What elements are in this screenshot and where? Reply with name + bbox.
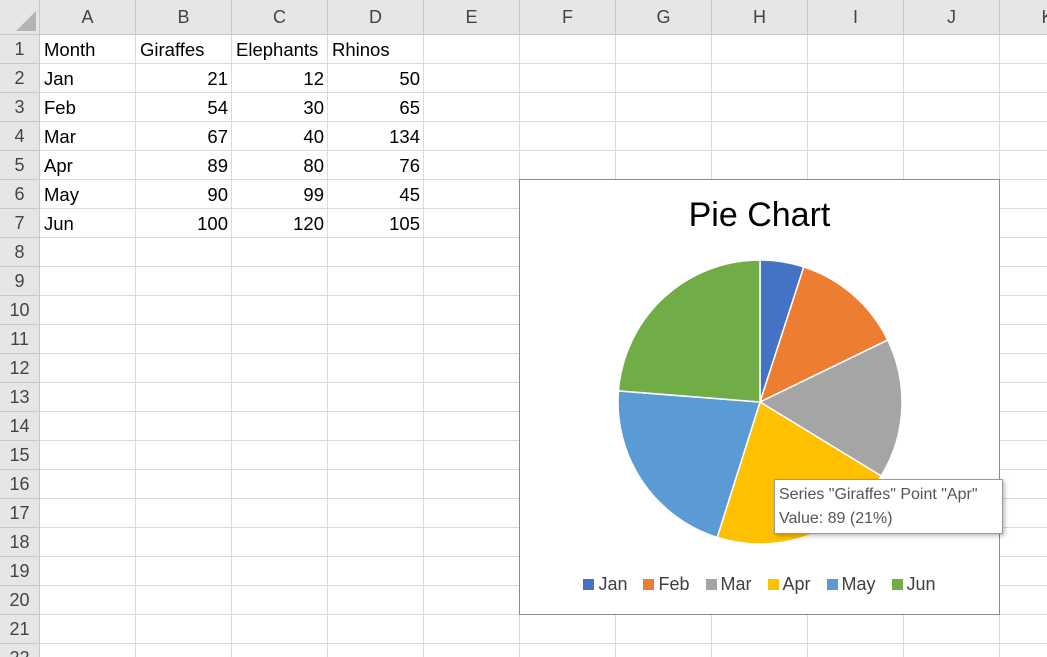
row-header-16[interactable]: 16 <box>0 470 40 499</box>
row-header-18[interactable]: 18 <box>0 528 40 557</box>
row-header-21[interactable]: 21 <box>0 615 40 644</box>
column-header-h[interactable]: H <box>712 0 808 35</box>
chart-tooltip: Series "Giraffes" Point "Apr" Value: 89 … <box>774 479 1003 534</box>
legend-item-may[interactable]: May <box>826 573 876 595</box>
cell-b2[interactable]: 21 <box>136 64 232 93</box>
tooltip-series-point: Series "Giraffes" Point "Apr" <box>779 486 978 503</box>
row-header-14[interactable]: 14 <box>0 412 40 441</box>
legend-label: Jan <box>598 573 628 594</box>
cell-d2[interactable]: 50 <box>328 64 424 93</box>
column-header-d[interactable]: D <box>328 0 424 35</box>
row-header-7[interactable]: 7 <box>0 209 40 238</box>
legend-label: Jun <box>906 573 936 594</box>
cell-b6[interactable]: 90 <box>136 180 232 209</box>
cell-d6[interactable]: 45 <box>328 180 424 209</box>
column-header-k[interactable]: K <box>1000 0 1047 35</box>
legend-swatch <box>643 578 655 590</box>
row-header-8[interactable]: 8 <box>0 238 40 267</box>
row-header-2[interactable]: 2 <box>0 64 40 93</box>
legend-swatch <box>583 578 595 590</box>
spreadsheet-grid[interactable]: ABCDEFGHIJK 1234567891011121314151617181… <box>0 0 1047 657</box>
cell-b3[interactable]: 54 <box>136 93 232 122</box>
column-header-e[interactable]: E <box>424 0 520 35</box>
row-header-22[interactable]: 22 <box>0 644 40 657</box>
cell-a6[interactable]: May <box>40 180 136 209</box>
pie-slice-jun[interactable] <box>617 259 761 403</box>
cell-a7[interactable]: Jun <box>40 209 136 238</box>
row-header-20[interactable]: 20 <box>0 586 40 615</box>
cell-c3[interactable]: 30 <box>232 93 328 122</box>
cell-a2[interactable]: Jan <box>40 64 136 93</box>
cell-b4[interactable]: 67 <box>136 122 232 151</box>
cell-a4[interactable]: Mar <box>40 122 136 151</box>
row-header-6[interactable]: 6 <box>0 180 40 209</box>
cell-c4[interactable]: 40 <box>232 122 328 151</box>
legend-swatch <box>705 578 717 590</box>
column-header-c[interactable]: C <box>232 0 328 35</box>
legend-item-feb[interactable]: Feb <box>643 573 690 595</box>
cell-b1[interactable]: Giraffes <box>136 35 232 64</box>
row-header-15[interactable]: 15 <box>0 441 40 470</box>
legend-item-mar[interactable]: Mar <box>705 573 752 595</box>
pie-chart[interactable]: Pie Chart Jan Feb Mar Apr May Jun <box>519 179 1000 615</box>
gridline-horizontal <box>40 643 1047 644</box>
cell-d4[interactable]: 134 <box>328 122 424 151</box>
legend-item-jan[interactable]: Jan <box>583 574 627 595</box>
legend-swatch <box>891 578 903 590</box>
pie-plot-area[interactable] <box>520 180 1001 616</box>
legend-label: Mar <box>720 573 752 594</box>
row-header-1[interactable]: 1 <box>0 35 40 64</box>
column-header-g[interactable]: G <box>616 0 712 35</box>
cell-a1[interactable]: Month <box>40 35 136 64</box>
chart-legend[interactable]: Jan Feb Mar Apr May Jun <box>520 572 999 596</box>
legend-label: Feb <box>658 573 690 594</box>
legend-label: May <box>841 573 876 594</box>
tooltip-value: Value: 89 (21%) <box>779 510 893 527</box>
row-header-4[interactable]: 4 <box>0 122 40 151</box>
row-header-17[interactable]: 17 <box>0 499 40 528</box>
column-header-a[interactable]: A <box>40 0 136 35</box>
column-header-i[interactable]: I <box>808 0 904 35</box>
row-header-9[interactable]: 9 <box>0 267 40 296</box>
select-all-triangle-icon <box>16 11 36 31</box>
cell-b7[interactable]: 100 <box>136 209 232 238</box>
row-header-3[interactable]: 3 <box>0 93 40 122</box>
cell-d7[interactable]: 105 <box>328 209 424 238</box>
column-header-f[interactable]: F <box>520 0 616 35</box>
legend-item-jun[interactable]: Jun <box>891 573 936 595</box>
cell-d5[interactable]: 76 <box>328 151 424 180</box>
cell-d1[interactable]: Rhinos <box>328 35 424 64</box>
column-header-j[interactable]: J <box>904 0 1000 35</box>
column-header-b[interactable]: B <box>136 0 232 35</box>
legend-swatch <box>767 578 779 590</box>
cell-a3[interactable]: Feb <box>40 93 136 122</box>
row-header-10[interactable]: 10 <box>0 296 40 325</box>
cell-c1[interactable]: Elephants <box>232 35 328 64</box>
cell-c7[interactable]: 120 <box>232 209 328 238</box>
legend-item-apr[interactable]: Apr <box>767 573 811 595</box>
cell-a5[interactable]: Apr <box>40 151 136 180</box>
cell-b5[interactable]: 89 <box>136 151 232 180</box>
row-header-11[interactable]: 11 <box>0 325 40 354</box>
cell-d3[interactable]: 65 <box>328 93 424 122</box>
legend-label: Apr <box>782 573 811 594</box>
cell-c6[interactable]: 99 <box>232 180 328 209</box>
row-header-5[interactable]: 5 <box>0 151 40 180</box>
legend-swatch <box>826 578 838 590</box>
row-header-13[interactable]: 13 <box>0 383 40 412</box>
select-all-corner[interactable] <box>0 0 40 35</box>
row-header-12[interactable]: 12 <box>0 354 40 383</box>
row-header-19[interactable]: 19 <box>0 557 40 586</box>
cell-c2[interactable]: 12 <box>232 64 328 93</box>
cell-c5[interactable]: 80 <box>232 151 328 180</box>
